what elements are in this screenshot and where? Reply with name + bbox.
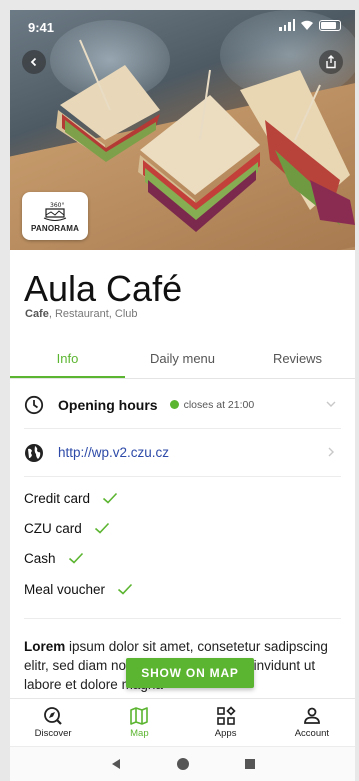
- payment-method-label: Meal voucher: [24, 581, 106, 597]
- clock-icon: [24, 395, 44, 414]
- chevron-left-icon: [30, 57, 37, 67]
- check-icon: [68, 552, 83, 564]
- payment-method-label: Cash: [24, 550, 56, 566]
- panorama-360-icon: 360°: [43, 202, 67, 221]
- system-home-icon[interactable]: [176, 757, 190, 771]
- share-icon: [326, 55, 336, 69]
- back-button[interactable]: [22, 50, 46, 74]
- battery-icon: [319, 19, 341, 31]
- share-button[interactable]: [319, 50, 343, 74]
- payment-method-item: CZU card: [24, 516, 341, 540]
- nav-item-map[interactable]: Map: [96, 699, 182, 746]
- globe-icon: [25, 443, 43, 462]
- nav-item-discover[interactable]: Discover: [10, 699, 96, 746]
- panorama-button[interactable]: 360° PANORAMA: [22, 192, 88, 240]
- system-recents-icon[interactable]: [244, 758, 256, 770]
- payment-method-item: Cash: [24, 546, 341, 570]
- venue-categories: Cafe, Restaurant, Club: [25, 308, 138, 320]
- opening-hours-title: Opening hours: [58, 396, 158, 413]
- system-navigation-bar: [10, 746, 355, 781]
- chevron-right-icon: [328, 447, 334, 457]
- nav-label-discover: Discover: [34, 728, 72, 739]
- venue-category-rest: , Restaurant, Club: [48, 308, 138, 320]
- nav-label-map: Map: [130, 728, 149, 739]
- wifi-icon: [301, 20, 313, 30]
- tab-daily-menu[interactable]: Daily menu: [125, 341, 240, 378]
- nav-item-apps[interactable]: Apps: [183, 699, 269, 746]
- chevron-down-icon: [326, 401, 336, 407]
- discover-icon: [44, 707, 62, 725]
- tab-bar: Info Daily menu Reviews: [10, 341, 355, 379]
- status-icons: [279, 19, 341, 31]
- status-time: 9:41: [28, 20, 55, 35]
- website-link[interactable]: http://wp.v2.czu.cz: [58, 445, 169, 460]
- show-on-map-button[interactable]: SHOW ON MAP: [126, 658, 254, 688]
- hero-image: 9:41 360° PANORAMA: [10, 10, 355, 250]
- nav-label-account: Account: [294, 728, 330, 739]
- payment-method-item: Meal voucher: [24, 577, 341, 601]
- panorama-label: PANORAMA: [30, 223, 80, 233]
- bottom-navigation: Discover Map Apps Account: [10, 698, 355, 746]
- tab-reviews[interactable]: Reviews: [240, 341, 355, 378]
- opening-hours-status: closes at 21:00: [183, 398, 255, 411]
- payment-method-label: CZU card: [24, 520, 82, 536]
- check-icon: [118, 583, 133, 595]
- check-icon: [94, 522, 109, 534]
- venue-name: Aula Café: [24, 268, 183, 309]
- tab-info[interactable]: Info: [10, 341, 125, 378]
- website-row[interactable]: http://wp.v2.czu.cz: [24, 429, 341, 477]
- status-bar: 9:41: [10, 10, 355, 44]
- payment-method-item: Credit card: [24, 486, 341, 510]
- map-icon: [130, 707, 149, 725]
- section-divider: [24, 618, 341, 619]
- payment-method-label: Credit card: [24, 490, 91, 506]
- description-lead: Lorem: [24, 639, 66, 654]
- signal-icon: [279, 19, 295, 31]
- account-icon: [303, 707, 320, 724]
- nav-item-account[interactable]: Account: [269, 699, 355, 746]
- system-back-icon[interactable]: [110, 758, 122, 770]
- venue-category-primary: Cafe: [25, 308, 49, 320]
- open-status-dot: [169, 400, 179, 409]
- svg-text:360°: 360°: [50, 202, 64, 209]
- screen: 9:41 360° PANORAMA Aula Café Cafe, Resta…: [10, 10, 355, 781]
- opening-hours-row[interactable]: Opening hours closes at 21:00: [24, 381, 341, 429]
- nav-label-apps: Apps: [214, 728, 237, 739]
- apps-icon: [216, 706, 236, 725]
- check-icon: [102, 492, 118, 504]
